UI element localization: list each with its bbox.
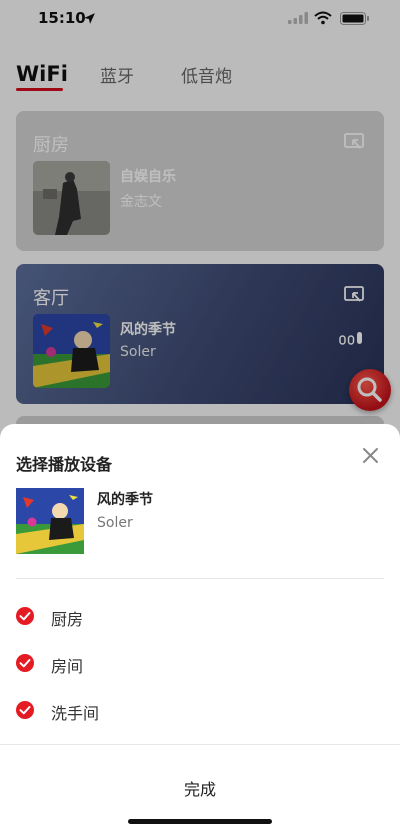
device-label: 房间: [51, 657, 84, 676]
device-item-kitchen[interactable]: 厨房: [16, 604, 316, 629]
checked-circle-icon[interactable]: [16, 701, 34, 719]
divider: [16, 578, 384, 579]
device-item-room[interactable]: 房间: [16, 651, 316, 676]
device-label: 洗手间: [51, 704, 100, 723]
device-label: 厨房: [51, 610, 84, 629]
close-icon[interactable]: [362, 447, 379, 464]
device-item-bathroom[interactable]: 洗手间: [16, 698, 316, 723]
checked-circle-icon[interactable]: [16, 607, 34, 625]
checked-circle-icon[interactable]: [16, 654, 34, 672]
sheet-title: 选择播放设备: [16, 455, 113, 474]
now-playing-title: 风的季节: [97, 492, 153, 508]
device-select-sheet: 选择播放设备 风的季节 Soler 厨房 房间 洗手间 完成: [0, 424, 400, 828]
now-playing-cover: [16, 488, 84, 554]
now-playing-artist: Soler: [97, 515, 133, 531]
done-button[interactable]: 完成: [0, 776, 400, 800]
home-indicator[interactable]: [128, 819, 272, 824]
divider: [0, 744, 400, 745]
